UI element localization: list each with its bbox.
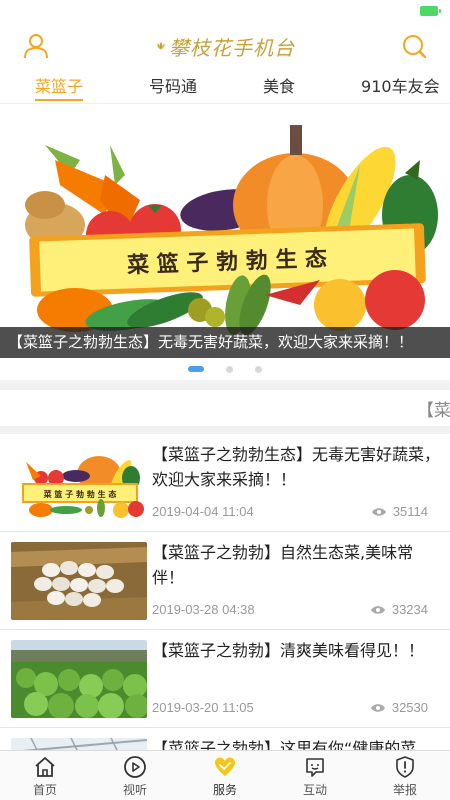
vegetables-banner-image: 菜 篮 子 勃 勃 生 态 <box>25 125 438 336</box>
divider <box>0 426 450 434</box>
nav-label: 举报 <box>392 783 417 797</box>
home-icon <box>35 757 55 777</box>
news-title[interactable]: 【菜篮子之勃勃】自然生态菜,美味常伴！ <box>152 540 440 590</box>
news-list: 菜 篮 子 勃 勃 生 态 【菜篮子之勃勃生态】无毒无害好蔬菜，欢迎大家来采摘！… <box>0 434 450 800</box>
news-date: 2019-03-20 11:05 <box>152 700 254 715</box>
status-bar <box>0 0 450 22</box>
news-item[interactable]: 菜 篮 子 勃 勃 生 态 【菜篮子之勃勃生态】无毒无害好蔬菜，欢迎大家来采摘！… <box>0 434 450 532</box>
carousel-dot-active[interactable] <box>188 366 204 372</box>
news-marquee[interactable]: 【菜 <box>0 390 450 426</box>
carousel-dot[interactable] <box>226 365 233 373</box>
carousel-dot[interactable] <box>255 365 262 373</box>
tab-haomatong[interactable]: 号码通 <box>149 70 197 103</box>
app-logo: 攀枝花手机台 <box>155 32 295 60</box>
eye-icon <box>370 605 385 614</box>
news-thumbnail: 菜 篮 子 勃 勃 生 态 <box>11 444 147 522</box>
news-date: 2019-04-04 11:04 <box>152 504 254 519</box>
news-thumbnail <box>11 542 147 620</box>
chat-face-icon <box>306 758 324 777</box>
category-tabs: 菜篮子 号码通 美食 910车友会 <box>0 70 450 104</box>
news-date: 2019-03-28 04:38 <box>152 602 255 617</box>
news-title[interactable]: 【菜篮子之勃勃生态】无毒无害好蔬菜，欢迎大家来采摘！！ <box>152 442 440 492</box>
nav-label: 服务 <box>212 783 237 797</box>
nav-label: 视听 <box>122 783 147 797</box>
news-title[interactable]: 【菜篮子之勃勃】清爽美味看得见！！ <box>152 638 440 663</box>
battery-icon <box>420 6 441 16</box>
tab-meishi[interactable]: 美食 <box>263 70 295 103</box>
news-view-count: 35114 <box>392 504 428 519</box>
news-item[interactable]: 【菜篮子之勃勃】自然生态菜,美味常伴！ 2019-03-28 04:38 332… <box>0 532 450 630</box>
nav-label: 互动 <box>302 783 327 797</box>
nav-service[interactable]: 服务 <box>180 751 270 800</box>
news-view-count: 32530 <box>391 700 428 715</box>
logo-text: 攀枝花手机台 <box>169 35 295 60</box>
flower-logo-icon <box>157 41 165 50</box>
svg-text:菜 篮 子 勃 勃 生 态: 菜 篮 子 勃 勃 生 态 <box>43 489 117 499</box>
news-views: 33234 <box>370 602 428 617</box>
marquee-text: 【菜 <box>417 401 450 421</box>
user-icon[interactable] <box>22 32 50 60</box>
news-views: 35114 <box>371 504 428 519</box>
carousel-indicator <box>0 362 450 376</box>
news-views: 32530 <box>370 700 428 715</box>
news-item[interactable]: 【菜篮子之勃勃】清爽美味看得见！！ 2019-03-20 11:05 32530 <box>0 630 450 728</box>
heart-icon <box>215 757 235 776</box>
search-icon[interactable] <box>400 32 428 60</box>
news-thumbnail <box>11 640 147 718</box>
divider <box>0 380 450 390</box>
shield-alert-icon <box>396 756 414 778</box>
nav-interact[interactable]: 互动 <box>270 751 360 800</box>
banner-carousel[interactable]: 菜 篮 子 勃 勃 生 态 【菜篮子之勃勃生态】无毒无害好蔬菜，欢迎大家来采摘！… <box>0 105 450 358</box>
banner-caption[interactable]: 【菜篮子之勃勃生态】无毒无害好蔬菜，欢迎大家来采摘！！ <box>0 327 450 358</box>
nav-home[interactable]: 首页 <box>0 751 90 800</box>
tab-910-cheyouhui[interactable]: 910车友会 <box>361 70 440 103</box>
eye-icon <box>371 507 386 516</box>
nav-video[interactable]: 视听 <box>90 751 180 800</box>
app-header: 攀枝花手机台 <box>0 22 450 70</box>
nav-report[interactable]: 举报 <box>360 751 450 800</box>
news-view-count: 33234 <box>391 602 428 617</box>
eye-icon <box>370 703 385 712</box>
play-icon <box>124 756 146 778</box>
nav-label: 首页 <box>32 783 57 797</box>
tab-cailanzi[interactable]: 菜篮子 <box>35 70 84 103</box>
bottom-nav: 首页 视听 服务 互动 举报 <box>0 750 450 800</box>
